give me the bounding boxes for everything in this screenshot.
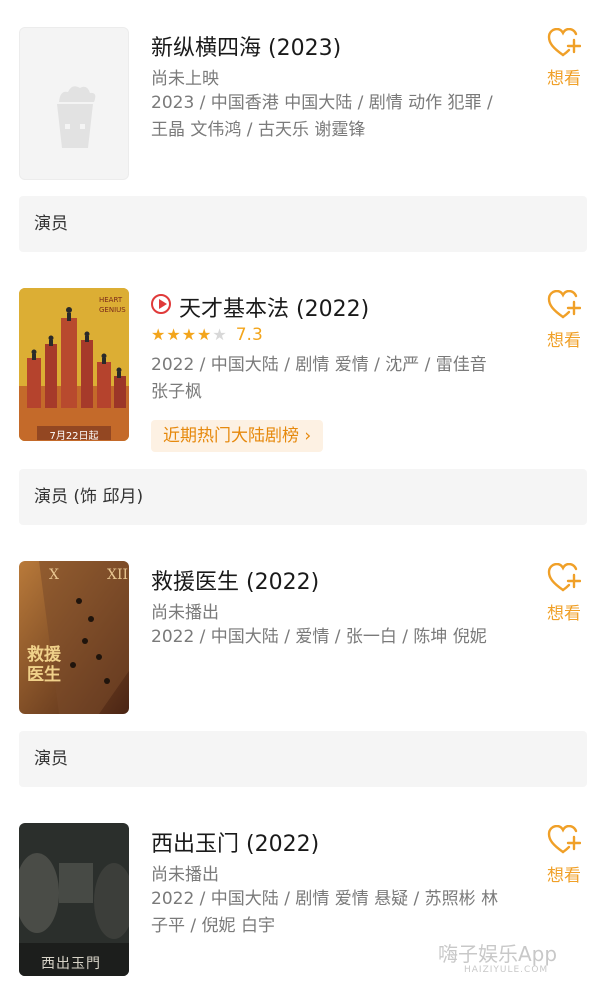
star-icon: ★ (166, 325, 182, 344)
want-label: 想看 (547, 69, 581, 89)
movie-title[interactable]: 救援医生 (2022) (151, 564, 319, 596)
want-label: 想看 (547, 866, 581, 886)
release-status: 尚未播出 (151, 865, 219, 885)
movie-meta: 2023 / 中国香港 中国大陆 / 剧情 动作 犯罪 / 王晶 文伟鸿 / 古… (151, 93, 493, 140)
poster-art: X XII (19, 561, 129, 714)
svg-text:X: X (49, 567, 59, 583)
want-to-watch-button[interactable]: 想看 (537, 562, 591, 624)
want-label: 想看 (547, 604, 581, 624)
movie-title[interactable]: 西出玉门 (2022) (151, 826, 319, 858)
svg-text:XII: XII (107, 567, 128, 583)
want-to-watch-button[interactable]: 想看 (537, 824, 591, 886)
movie-title[interactable]: 新纵横四海 (2023) (151, 30, 341, 62)
want-label: 想看 (547, 331, 581, 351)
poster-date: 7月22日起 (49, 431, 99, 441)
poster-title: 救援医生 (27, 645, 61, 685)
poster-art: HEART GENIUS (19, 288, 129, 441)
role-bar[interactable]: 演员 (19, 196, 587, 252)
movie-meta: 2022 / 中国大陆 / 剧情 爱情 悬疑 / 苏照彬 林子平 / 倪妮 白宇 (151, 889, 499, 936)
heart-plus-icon (547, 824, 582, 854)
watermark: 嗨子娱乐App HAIZIYULE.COM (438, 942, 558, 975)
star-icon: ★ (212, 325, 228, 344)
play-icon (151, 294, 171, 314)
release-status: 尚未播出 (151, 603, 219, 623)
star-icon: ★ (151, 325, 167, 344)
want-to-watch-button[interactable]: 想看 (537, 27, 591, 89)
movie-meta: 2022 / 中国大陆 / 爱情 / 张一白 / 陈坤 倪妮 (151, 627, 487, 647)
heart-plus-icon (547, 27, 582, 57)
release-status: 尚未上映 (151, 69, 219, 89)
poster-placeholder[interactable] (19, 27, 129, 180)
half-star-icon: ★ (197, 325, 213, 344)
poster[interactable]: X XII 救援医生 (19, 561, 129, 714)
rating-score: 7.3 (235, 325, 263, 345)
poster[interactable]: HEART GENIUS 7月22日起 (19, 288, 129, 441)
svg-text:GENIUS: GENIUS (99, 306, 126, 314)
poster-title: 西出玉門 (41, 956, 101, 972)
want-to-watch-button[interactable]: 想看 (537, 289, 591, 351)
poster[interactable]: 西出玉門 (19, 823, 129, 976)
heart-plus-icon (547, 289, 582, 319)
heart-plus-icon (547, 562, 582, 592)
popcorn-placeholder-icon (57, 86, 96, 148)
star-icon: ★ (181, 325, 198, 344)
svg-text:HEART: HEART (99, 296, 123, 304)
role-bar[interactable]: 演员 (饰 邱月) (19, 469, 587, 525)
star-rating: ★★★★★ 7.3 (151, 325, 263, 345)
rank-chip[interactable]: 近期热门大陆剧榜 › (151, 420, 324, 452)
movie-meta: 2022 / 中国大陆 / 剧情 爱情 / 沈严 / 雷佳音 张子枫 (151, 355, 487, 402)
movie-title[interactable]: 天才基本法 (2022) (151, 291, 369, 323)
role-bar[interactable]: 演员 (19, 731, 587, 787)
